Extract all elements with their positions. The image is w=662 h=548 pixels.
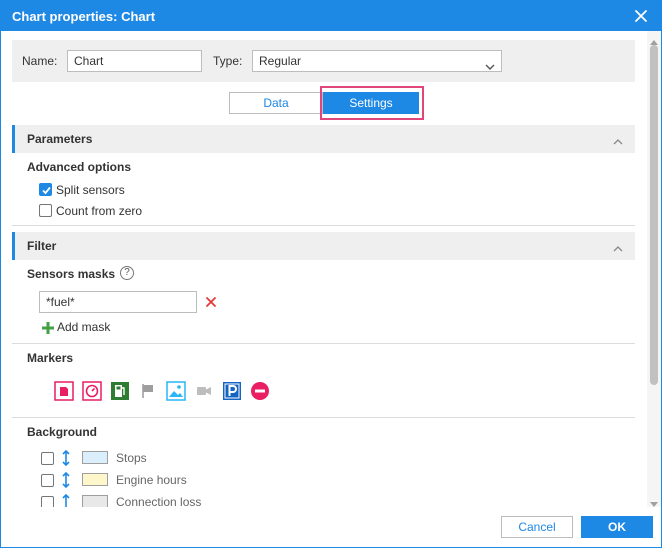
- cancel-button[interactable]: Cancel: [501, 516, 573, 538]
- section-divider: [12, 343, 635, 344]
- engine-hours-checkbox[interactable]: [41, 474, 54, 487]
- stops-checkbox[interactable]: [41, 452, 54, 465]
- stops-color-swatch[interactable]: [82, 451, 108, 464]
- connection-loss-label: Connection loss: [116, 495, 202, 507]
- count-from-zero-checkbox[interactable]: [39, 204, 52, 217]
- close-icon[interactable]: [631, 6, 651, 26]
- video-marker-icon[interactable]: [194, 381, 214, 401]
- sensor-mask-input[interactable]: *fuel*: [39, 291, 197, 313]
- sensors-masks-title: Sensors masks: [27, 267, 116, 281]
- filter-section-header[interactable]: Filter: [12, 232, 635, 260]
- dialog-title: Chart properties: Chart: [12, 9, 156, 24]
- split-sensors-checkbox[interactable]: [39, 183, 52, 196]
- connection-loss-checkbox[interactable]: [41, 496, 54, 507]
- split-sensors-label: Split sensors: [56, 183, 125, 197]
- filter-section-title: Filter: [27, 239, 57, 253]
- scroll-down-icon[interactable]: [650, 497, 658, 507]
- engine-hours-color-swatch[interactable]: [82, 473, 108, 486]
- parameters-section-title: Parameters: [27, 132, 93, 146]
- name-label: Name:: [22, 54, 58, 68]
- speed-marker-icon[interactable]: [82, 381, 102, 401]
- fuel-filling-marker-icon[interactable]: [54, 381, 74, 401]
- settings-tab-highlight: [320, 86, 424, 120]
- dialog-content: Name: Chart Type: Regular Data Settings …: [1, 31, 647, 507]
- flag-marker-icon[interactable]: [138, 381, 158, 401]
- remove-mask-icon[interactable]: [205, 296, 217, 308]
- tab-data[interactable]: Data: [229, 92, 323, 114]
- help-icon[interactable]: ?: [120, 266, 134, 280]
- scroll-up-icon[interactable]: [650, 34, 658, 45]
- count-from-zero-label: Count from zero: [56, 204, 143, 218]
- fuel-station-marker-icon[interactable]: [110, 381, 130, 401]
- up-arrow-icon: [61, 493, 71, 507]
- ok-button[interactable]: OK: [581, 516, 653, 538]
- chevron-up-icon[interactable]: [613, 242, 623, 252]
- section-divider: [12, 225, 635, 226]
- type-select-value: Regular: [259, 54, 302, 68]
- chart-properties-dialog: Chart properties: Chart Name: Chart Type…: [0, 0, 662, 548]
- up-down-arrow-icon: [61, 471, 71, 489]
- scrollbar-thumb[interactable]: [650, 45, 658, 385]
- stop-marker-icon[interactable]: [250, 381, 270, 401]
- general-row: Name: Chart Type: Regular: [12, 40, 635, 82]
- up-down-arrow-icon: [61, 449, 71, 467]
- add-icon[interactable]: [41, 321, 55, 335]
- chevron-down-icon: [485, 57, 495, 70]
- dialog-footer: Cancel OK: [1, 507, 661, 547]
- image-marker-icon[interactable]: [166, 381, 186, 401]
- name-input[interactable]: Chart: [67, 50, 202, 72]
- type-select[interactable]: Regular: [252, 50, 502, 72]
- dialog-titlebar: Chart properties: Chart: [1, 1, 661, 31]
- vertical-scrollbar[interactable]: [647, 31, 661, 507]
- parameters-section-header[interactable]: Parameters: [12, 125, 635, 153]
- engine-hours-label: Engine hours: [116, 473, 187, 487]
- markers-title: Markers: [27, 351, 74, 365]
- type-label: Type:: [213, 54, 243, 68]
- stops-label: Stops: [116, 451, 147, 465]
- advanced-options-title: Advanced options: [27, 160, 132, 174]
- chevron-up-icon[interactable]: [613, 135, 623, 145]
- connection-loss-color-swatch[interactable]: [82, 495, 108, 507]
- section-divider: [12, 417, 635, 418]
- background-title: Background: [27, 425, 98, 439]
- add-mask-link[interactable]: Add mask: [57, 320, 110, 334]
- parking-marker-icon[interactable]: [222, 381, 242, 401]
